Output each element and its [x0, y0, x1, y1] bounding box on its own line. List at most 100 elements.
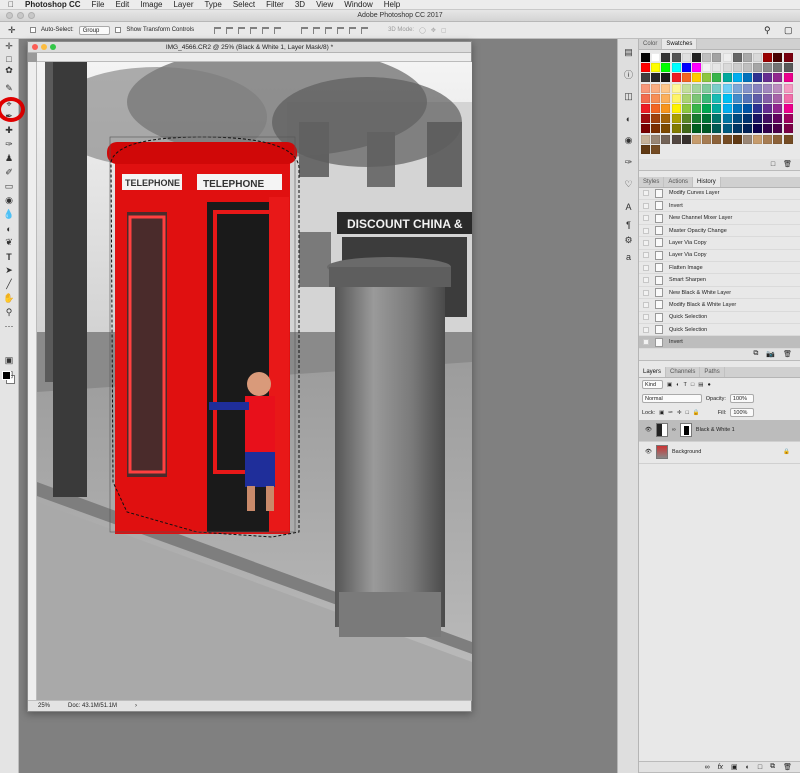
color-swatch[interactable] — [681, 53, 691, 62]
add-mask-icon[interactable]: ▣ — [731, 763, 738, 771]
history-state[interactable]: Invert — [639, 336, 800, 349]
color-swatch[interactable] — [641, 83, 650, 93]
history-checkbox[interactable] — [643, 190, 649, 197]
filter-toggle-icon[interactable]: ● — [707, 382, 710, 388]
auto-select-checkbox[interactable] — [30, 27, 36, 33]
opacity-field[interactable]: 100% — [729, 394, 754, 404]
glyphs-panel-icon[interactable]: ⚙ — [623, 235, 634, 246]
color-swatch[interactable] — [783, 114, 793, 124]
align-hcenter-icon[interactable] — [262, 26, 270, 34]
color-swatch[interactable] — [661, 73, 671, 83]
color-swatch[interactable] — [722, 134, 732, 144]
close-doc-button[interactable] — [32, 44, 38, 50]
tab-layers[interactable]: Layers — [639, 366, 667, 377]
color-swatch[interactable] — [712, 63, 722, 73]
history-state[interactable]: Quick Selection — [639, 312, 800, 324]
color-swatch[interactable] — [763, 103, 773, 113]
color-swatch[interactable] — [712, 93, 722, 103]
workspace-icon[interactable]: ▢ — [784, 25, 793, 36]
color-swatch[interactable] — [681, 134, 691, 144]
color-swatch[interactable] — [702, 63, 712, 73]
more-tools-icon[interactable]: ⋯ — [3, 321, 15, 332]
align-vcenter-icon[interactable] — [226, 26, 234, 34]
zoom-doc-button[interactable] — [50, 44, 56, 50]
distribute-bottom-icon[interactable] — [325, 26, 333, 34]
zoom-window-button[interactable] — [28, 12, 35, 19]
color-swatch[interactable] — [732, 114, 742, 124]
history-state[interactable]: Master Opacity Change — [639, 225, 800, 238]
color-swatch[interactable] — [753, 83, 763, 93]
tab-actions[interactable]: Actions — [664, 176, 694, 187]
color-swatch[interactable] — [661, 93, 671, 103]
history-state[interactable]: Modify Black & White Layer — [639, 299, 800, 312]
color-swatch[interactable] — [783, 53, 793, 62]
color-swatch[interactable] — [742, 124, 752, 134]
color-swatch[interactable] — [681, 93, 691, 103]
search-icon[interactable]: ⚲ — [764, 25, 771, 36]
color-swatch[interactable] — [712, 73, 722, 83]
color-swatch[interactable] — [722, 73, 732, 83]
layer-mask-thumb[interactable] — [679, 423, 692, 438]
color-swatch[interactable] — [671, 73, 681, 83]
ruler-vertical[interactable] — [28, 62, 37, 700]
delete-layer-icon[interactable]: 🗑 — [783, 763, 792, 771]
color-swatch[interactable] — [742, 73, 752, 83]
color-swatch[interactable] — [742, 93, 752, 103]
histogram-panel-icon[interactable]: ▤ — [623, 47, 634, 58]
color-swatch[interactable] — [763, 124, 773, 134]
eyedropper-tool-icon[interactable]: ✒ — [3, 111, 15, 122]
snapshot-camera-icon[interactable]: 📷 — [766, 350, 775, 358]
3d-zoom-icon[interactable]: ▢ — [441, 27, 447, 34]
libraries-panel-icon[interactable]: ◫ — [623, 91, 634, 102]
color-swatch[interactable] — [763, 53, 773, 62]
color-swatch[interactable] — [742, 103, 752, 113]
color-swatch[interactable] — [651, 63, 661, 73]
marquee-tool-icon[interactable]: □ — [3, 53, 15, 64]
history-state[interactable]: Smart Sharpen — [639, 274, 800, 287]
color-swatch[interactable] — [661, 83, 671, 93]
eraser-tool-icon[interactable]: ▭ — [3, 181, 15, 192]
history-checkbox[interactable] — [643, 227, 649, 234]
foreground-color-swatch[interactable] — [2, 371, 11, 380]
menu-help[interactable]: Help — [384, 0, 400, 9]
color-swatch[interactable] — [661, 124, 671, 134]
color-swatch[interactable] — [661, 134, 671, 144]
crop-tool-icon[interactable]: ⌖ — [3, 99, 15, 110]
color-swatch[interactable] — [702, 114, 712, 124]
color-swatch[interactable] — [691, 73, 701, 83]
color-swatch[interactable] — [732, 124, 742, 134]
color-swatch[interactable] — [641, 124, 650, 134]
menu-type[interactable]: Type — [204, 0, 221, 9]
color-swatch[interactable] — [651, 93, 661, 103]
minimize-doc-button[interactable] — [41, 44, 47, 50]
color-swatch[interactable] — [641, 144, 650, 154]
color-swatch[interactable] — [702, 53, 712, 62]
color-swatch[interactable] — [651, 124, 661, 134]
menu-select[interactable]: Select — [233, 0, 255, 9]
apple-icon[interactable]:  — [8, 0, 14, 9]
history-checkbox[interactable] — [643, 202, 649, 209]
color-swatch[interactable] — [732, 134, 742, 144]
color-swatch[interactable] — [722, 83, 732, 93]
delete-state-icon[interactable]: 🗑 — [783, 350, 792, 358]
history-state[interactable]: Invert — [639, 200, 800, 213]
color-swatch[interactable] — [651, 114, 661, 124]
history-checkbox[interactable] — [643, 326, 649, 333]
distribute-right-icon[interactable] — [361, 26, 369, 34]
color-swatch[interactable] — [712, 53, 722, 62]
color-swatch[interactable] — [681, 124, 691, 134]
color-swatch[interactable] — [691, 53, 701, 62]
color-swatch[interactable] — [773, 103, 783, 113]
color-swatch[interactable] — [783, 124, 793, 134]
layer-row-bw[interactable]: 👁 ∞ Black & White 1 — [639, 419, 800, 442]
color-swatch[interactable] — [732, 103, 742, 113]
glyph-a-icon[interactable]: a — [623, 251, 634, 262]
history-checkbox[interactable] — [643, 289, 649, 296]
color-swatch[interactable] — [742, 53, 752, 62]
history-checkbox[interactable] — [643, 239, 649, 246]
quick-selection-tool-icon[interactable]: ✎ — [3, 83, 15, 94]
menu-3d[interactable]: 3D — [295, 0, 305, 9]
history-checkbox[interactable] — [643, 215, 649, 222]
new-layer-icon[interactable]: ⧉ — [770, 763, 775, 771]
color-swatch[interactable] — [661, 53, 671, 62]
